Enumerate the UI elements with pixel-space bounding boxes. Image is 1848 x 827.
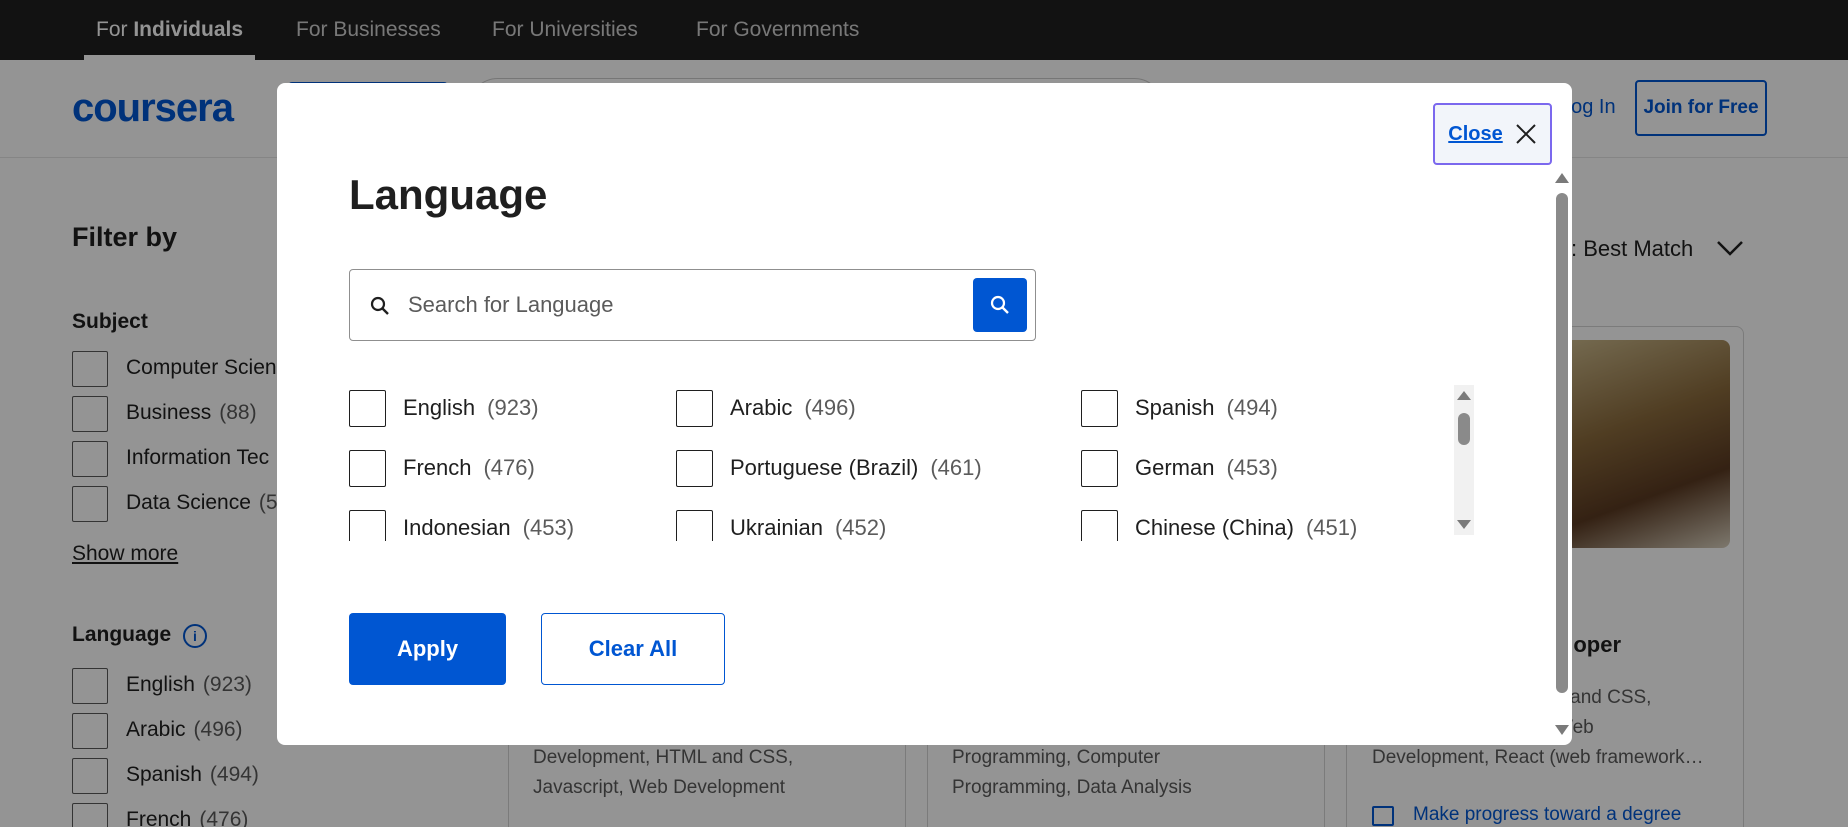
close-label: Close bbox=[1448, 122, 1503, 145]
option-count: (494) bbox=[1226, 395, 1278, 420]
language-search-button[interactable] bbox=[973, 278, 1027, 332]
option-count: (453) bbox=[1226, 455, 1278, 480]
scroll-up-arrow[interactable] bbox=[1555, 173, 1569, 183]
option-name: Indonesian bbox=[403, 515, 511, 540]
scroll-down-arrow[interactable] bbox=[1555, 725, 1569, 735]
option-name: German bbox=[1135, 455, 1215, 480]
option-name: French bbox=[403, 455, 472, 480]
checkbox[interactable] bbox=[676, 389, 713, 427]
language-option[interactable]: Portuguese (Brazil) (461) bbox=[676, 449, 982, 487]
clear-all-button[interactable]: Clear All bbox=[541, 613, 725, 685]
language-option[interactable]: Ukrainian (452) bbox=[676, 509, 886, 541]
options-scrollbar[interactable] bbox=[1454, 385, 1474, 535]
language-option[interactable]: Arabic (496) bbox=[676, 389, 856, 427]
language-option[interactable]: Spanish (494) bbox=[1081, 389, 1278, 427]
checkbox[interactable] bbox=[676, 509, 713, 541]
scroll-thumb[interactable] bbox=[1556, 193, 1568, 693]
apply-button[interactable]: Apply bbox=[349, 613, 506, 685]
close-button[interactable]: Close bbox=[1433, 103, 1552, 165]
scroll-up-arrow[interactable] bbox=[1457, 391, 1471, 400]
close-icon bbox=[1516, 124, 1536, 144]
language-options-list: English (923) Arabic (496) Spanish (494) Fr… bbox=[349, 377, 1399, 541]
language-search-input[interactable] bbox=[408, 284, 968, 326]
language-filter-dialog: Close Language English (923) Arabic (496) … bbox=[277, 83, 1572, 745]
language-option[interactable]: German (453) bbox=[1081, 449, 1278, 487]
option-count: (461) bbox=[930, 455, 982, 480]
option-count: (923) bbox=[487, 395, 539, 420]
checkbox[interactable] bbox=[1081, 509, 1118, 541]
language-option[interactable]: English (923) bbox=[349, 389, 539, 427]
checkbox[interactable] bbox=[676, 449, 713, 487]
checkbox[interactable] bbox=[349, 389, 386, 427]
checkbox[interactable] bbox=[349, 449, 386, 487]
checkbox[interactable] bbox=[1081, 449, 1118, 487]
language-option[interactable]: French (476) bbox=[349, 449, 535, 487]
option-name: Ukrainian bbox=[730, 515, 823, 540]
option-count: (476) bbox=[483, 455, 535, 480]
scroll-down-arrow[interactable] bbox=[1457, 520, 1471, 529]
dialog-scrollbar[interactable] bbox=[1553, 173, 1571, 735]
option-name: Spanish bbox=[1135, 395, 1215, 420]
language-search bbox=[349, 269, 1036, 341]
scroll-thumb[interactable] bbox=[1458, 413, 1470, 445]
option-name: Portuguese (Brazil) bbox=[730, 455, 919, 480]
option-name: English bbox=[403, 395, 476, 420]
dialog-title: Language bbox=[349, 171, 548, 218]
language-option[interactable]: Indonesian (453) bbox=[349, 509, 574, 541]
option-count: (452) bbox=[834, 515, 887, 540]
search-icon bbox=[990, 295, 1009, 314]
option-count: (451) bbox=[1305, 515, 1358, 540]
checkbox[interactable] bbox=[349, 509, 386, 541]
language-option[interactable]: Chinese (China) (451) bbox=[1081, 509, 1357, 541]
checkbox[interactable] bbox=[1081, 389, 1118, 427]
option-count: (453) bbox=[522, 515, 575, 540]
option-name: Arabic bbox=[730, 395, 793, 420]
option-count: (496) bbox=[804, 395, 856, 420]
option-name: Chinese (China) bbox=[1135, 515, 1294, 540]
search-icon bbox=[370, 296, 389, 315]
